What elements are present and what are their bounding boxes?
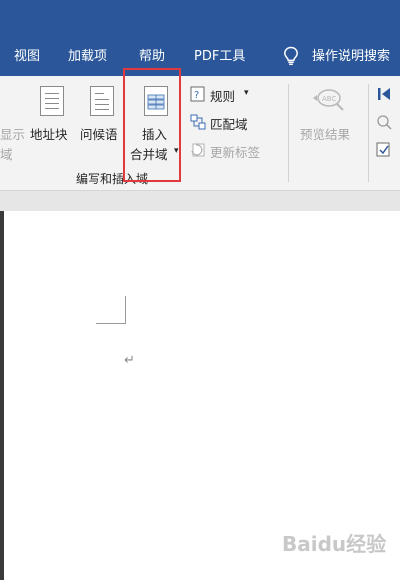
group-separator: [288, 84, 289, 182]
greeting-line-button[interactable]: 问候语: [80, 124, 118, 143]
rules-icon: ?: [190, 86, 206, 105]
group-separator-2: [368, 84, 369, 182]
ribbon-panel: 显示 域 地址块 问候语 插入 合并域 ▾ ? 规则 ▾ 匹配域 更新标签 编写…: [0, 76, 400, 191]
rules-button[interactable]: 规则: [210, 86, 235, 105]
find-recipient-icon[interactable]: [376, 114, 396, 133]
greeting-line-icon: [90, 86, 114, 116]
first-record-icon[interactable]: [376, 86, 392, 105]
highlight-annotation: [123, 68, 181, 182]
margin-corner-marker: [96, 296, 126, 324]
tab-addins[interactable]: 加载项: [68, 48, 107, 66]
match-fields-button[interactable]: 匹配域: [210, 114, 248, 133]
document-page[interactable]: [4, 211, 400, 580]
tab-view[interactable]: 视图: [14, 48, 40, 66]
highlight-merge-fields-label[interactable]: 显示: [0, 124, 25, 143]
preview-results-button[interactable]: 预览结果: [300, 124, 350, 143]
title-bar: [0, 0, 400, 40]
lightbulb-icon: [283, 46, 299, 72]
highlight-merge-fields-label-2: 域: [0, 147, 13, 162]
update-labels-button[interactable]: 更新标签: [210, 142, 260, 161]
ruler-gutter: [0, 191, 400, 211]
ribbon-tab-row: 视图 加载项 帮助 PDF工具 操作说明搜索: [0, 40, 400, 76]
address-block-button[interactable]: 地址块: [30, 124, 68, 143]
tab-help[interactable]: 帮助: [139, 48, 165, 66]
svg-text:ABC: ABC: [322, 95, 336, 103]
rules-dropdown-icon[interactable]: ▾: [244, 88, 249, 98]
address-block-icon: [40, 86, 64, 116]
paragraph-mark: ↵: [124, 353, 135, 368]
check-errors-icon[interactable]: [376, 142, 396, 161]
watermark-logo: Baidu经验: [282, 532, 387, 556]
svg-text:?: ?: [194, 90, 199, 101]
tell-me-search[interactable]: 操作说明搜索: [312, 48, 390, 66]
update-labels-icon: [190, 142, 206, 161]
preview-results-icon: ABC: [312, 86, 348, 115]
tab-pdf-tools[interactable]: PDF工具: [194, 48, 245, 66]
match-fields-icon: [190, 114, 206, 133]
